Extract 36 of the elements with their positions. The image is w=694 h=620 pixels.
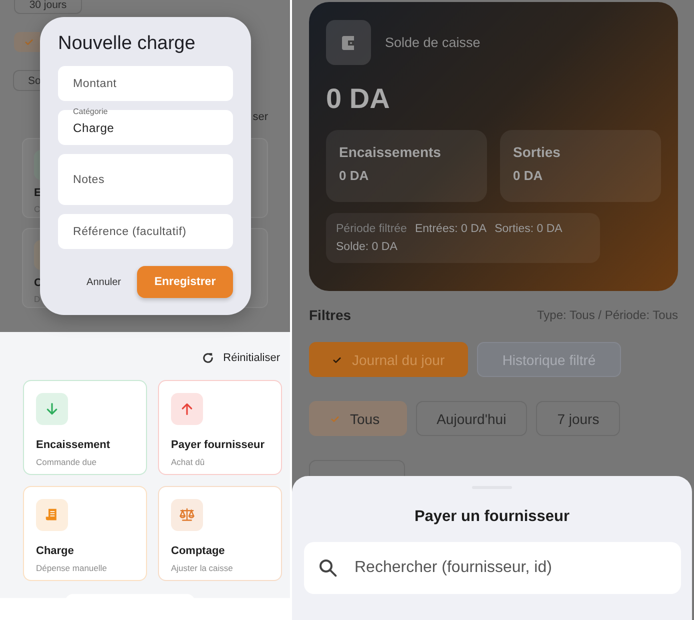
field-label: Catégorie (73, 107, 108, 116)
card-subtitle: Ajuster la caisse (171, 563, 234, 573)
filter-summary: Type: Tous / Période: Tous (537, 308, 678, 322)
section-title: Filtres (309, 307, 352, 323)
card-title: Comptage (171, 545, 226, 557)
select-field[interactable]: Catégorie Charge (58, 110, 233, 145)
period-value: Entrées: 0 DA (414, 222, 487, 236)
card-title: Encaissement (36, 439, 111, 451)
card-title: Payer fournisseur (171, 439, 266, 451)
stat-value: 0 DA (513, 168, 544, 183)
action-card[interactable]: Payer fournisseur Achat dû (158, 380, 282, 475)
period-label: Période filtrée (336, 222, 407, 236)
input-field[interactable]: Référence (facultatif) (58, 214, 233, 249)
stat-label: Sorties (513, 144, 562, 160)
action-card[interactable]: Encaissement Commande due (23, 380, 147, 475)
input-field[interactable]: Montant (58, 66, 233, 101)
balance-amount: 0 DA (326, 83, 391, 115)
card-subtitle: Achat dû (171, 457, 206, 467)
period-value: Solde: 0 DA (336, 240, 398, 254)
search-field[interactable]: Rechercher (fournisseur, id) (304, 542, 680, 594)
stat-value: 0 DA (339, 168, 370, 183)
card-title: Solde de caisse (385, 35, 480, 50)
notes-field[interactable]: Notes (58, 154, 233, 205)
sheet-title: Payer un fournisseur (414, 508, 570, 526)
field-value: Charge (73, 120, 114, 134)
card-title: Charge (36, 545, 75, 557)
reset-button[interactable]: Réinitialiser (202, 345, 280, 370)
card-subtitle: Commande due (36, 457, 98, 467)
action-card[interactable]: Comptage Ajuster la caisse (158, 486, 282, 581)
filter-chip[interactable]: Tous (309, 401, 407, 436)
stat-label: Encaissements (339, 144, 442, 160)
dialog-title: Nouvelle charge (58, 34, 196, 54)
cancel-button[interactable]: Annuler (86, 276, 121, 288)
card-subtitle: Dépense manuelle (36, 563, 108, 573)
period-value: Sorties: 0 DA (494, 222, 562, 236)
action-card[interactable]: Charge Dépense manuelle (23, 486, 147, 581)
